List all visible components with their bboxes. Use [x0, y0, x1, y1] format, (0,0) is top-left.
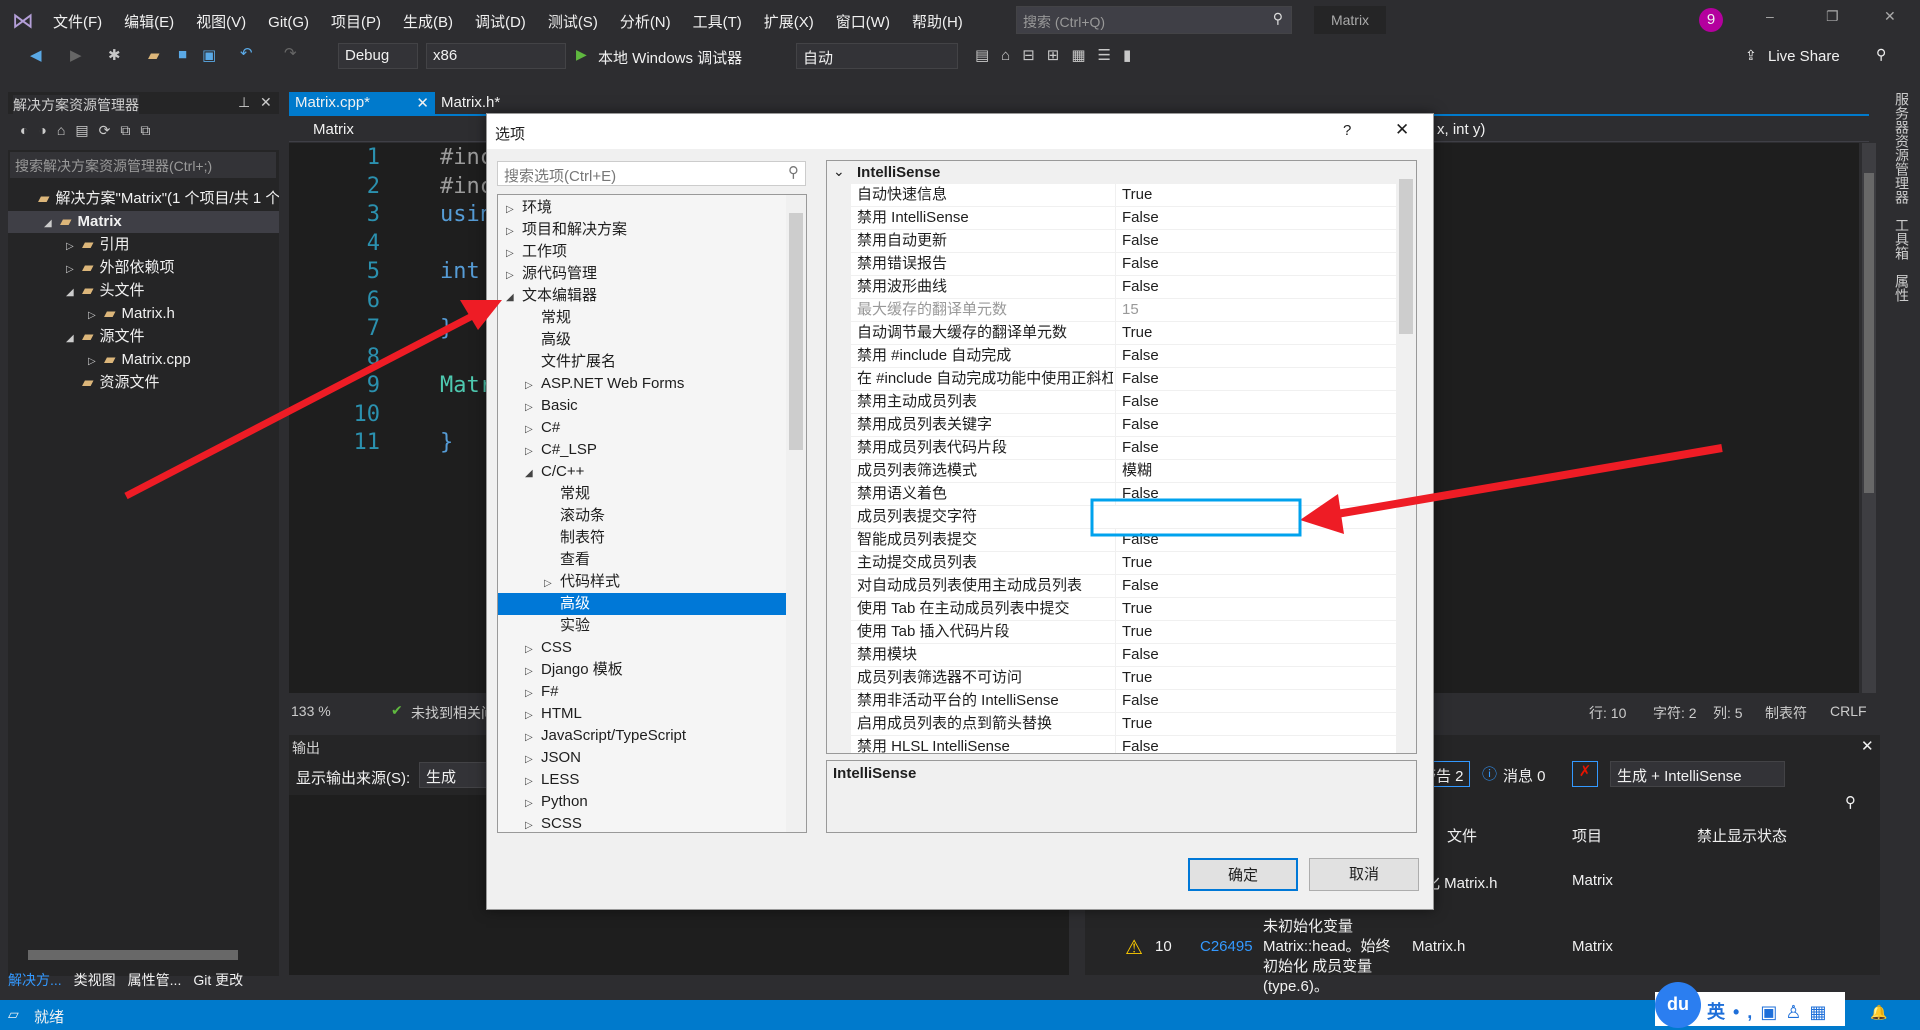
- highlight-box: [1090, 498, 1302, 537]
- red-arrowhead-right: [1300, 494, 1344, 534]
- red-arrow-left: [124, 308, 482, 500]
- annotation-layer: [124, 300, 1723, 537]
- red-arrow-right: [1324, 444, 1723, 520]
- red-arrowhead-left: [460, 300, 502, 330]
